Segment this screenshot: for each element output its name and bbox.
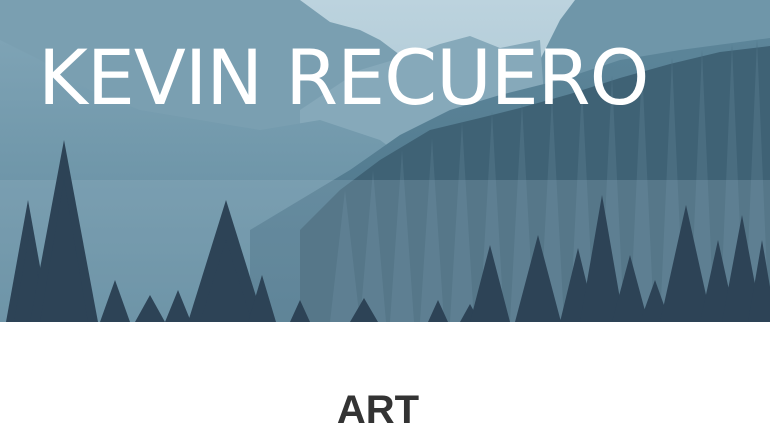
section-heading: ART: [336, 388, 420, 432]
hero-banner: KEVIN RECUERO: [0, 0, 770, 322]
page: KEVIN RECUERO ART: [0, 0, 770, 448]
site-title: KEVIN RECUERO: [38, 33, 649, 122]
